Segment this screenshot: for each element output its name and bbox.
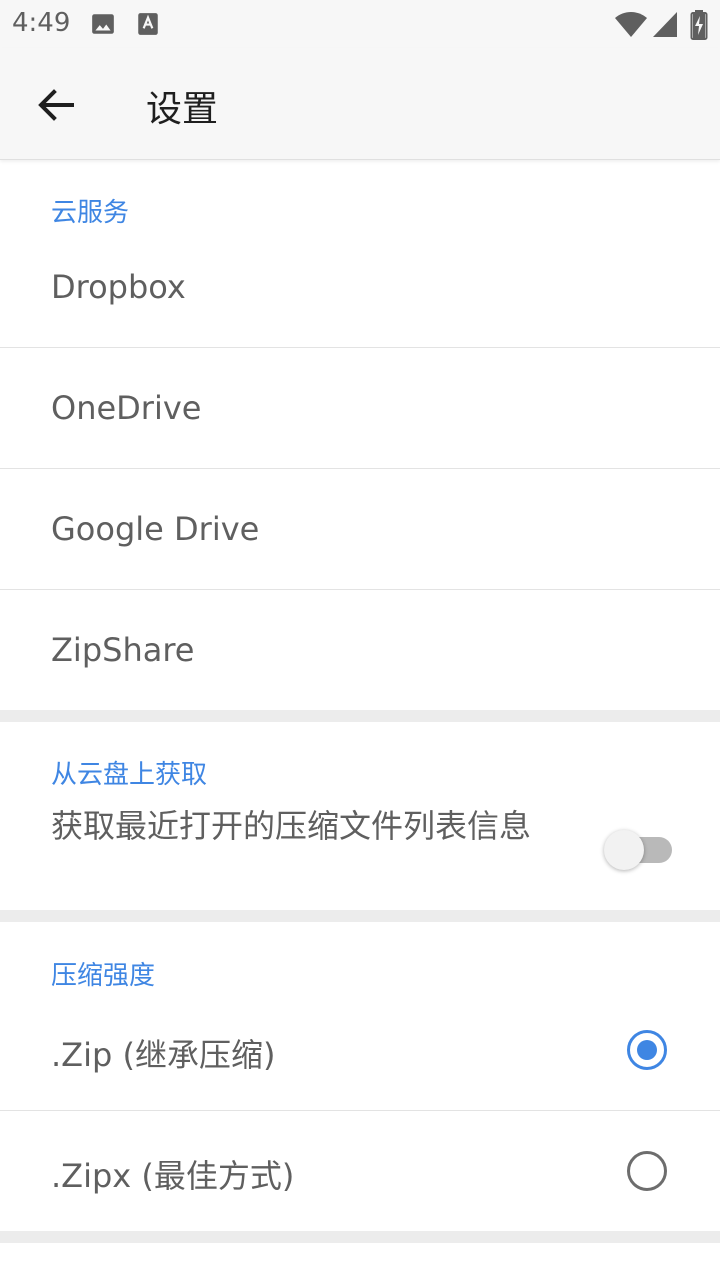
radio-button-zip[interactable]: [627, 1030, 667, 1070]
page-title: 设置: [146, 89, 219, 130]
section-header-compression: 压缩强度: [51, 961, 156, 991]
list-item-label: ZipShare: [51, 631, 195, 669]
signal-icon: [652, 10, 678, 42]
list-item-zipshare[interactable]: ZipShare: [0, 590, 720, 710]
list-item-google-drive[interactable]: Google Drive: [0, 469, 720, 589]
radio-option-zipx[interactable]: .Zipx (最佳方式): [0, 1111, 720, 1231]
radio-option-label: .Zipx (最佳方式): [51, 1157, 295, 1195]
status-bar: 4:49: [0, 0, 720, 48]
radio-option-zip[interactable]: .Zip (继承压缩): [0, 990, 720, 1110]
arrow-back-icon: [38, 89, 74, 121]
recent-files-toggle-label: 获取最近打开的压缩文件列表信息: [51, 807, 532, 845]
status-time: 4:49: [12, 8, 71, 38]
list-item-label: Dropbox: [51, 268, 186, 306]
radio-button-zipx[interactable]: [627, 1151, 667, 1191]
radio-option-label: .Zip (继承压缩): [51, 1036, 276, 1074]
section-separator: [0, 710, 720, 722]
back-button[interactable]: [32, 81, 80, 129]
list-item-onedrive[interactable]: OneDrive: [0, 348, 720, 468]
battery-charging-icon: [690, 10, 708, 44]
text-a-icon: [135, 11, 161, 41]
switch-thumb: [604, 830, 644, 870]
section-header-cloud-services: 云服务: [51, 198, 130, 228]
section-separator: [0, 910, 720, 922]
radio-selected-dot: [637, 1040, 657, 1060]
list-item-dropbox[interactable]: Dropbox: [0, 228, 720, 348]
wifi-icon: [614, 10, 648, 42]
list-item-label: OneDrive: [51, 389, 202, 427]
section-separator: [0, 1231, 720, 1243]
image-icon: [90, 11, 116, 41]
list-item-label: Google Drive: [51, 510, 260, 548]
app-toolbar: 设置: [0, 48, 720, 160]
